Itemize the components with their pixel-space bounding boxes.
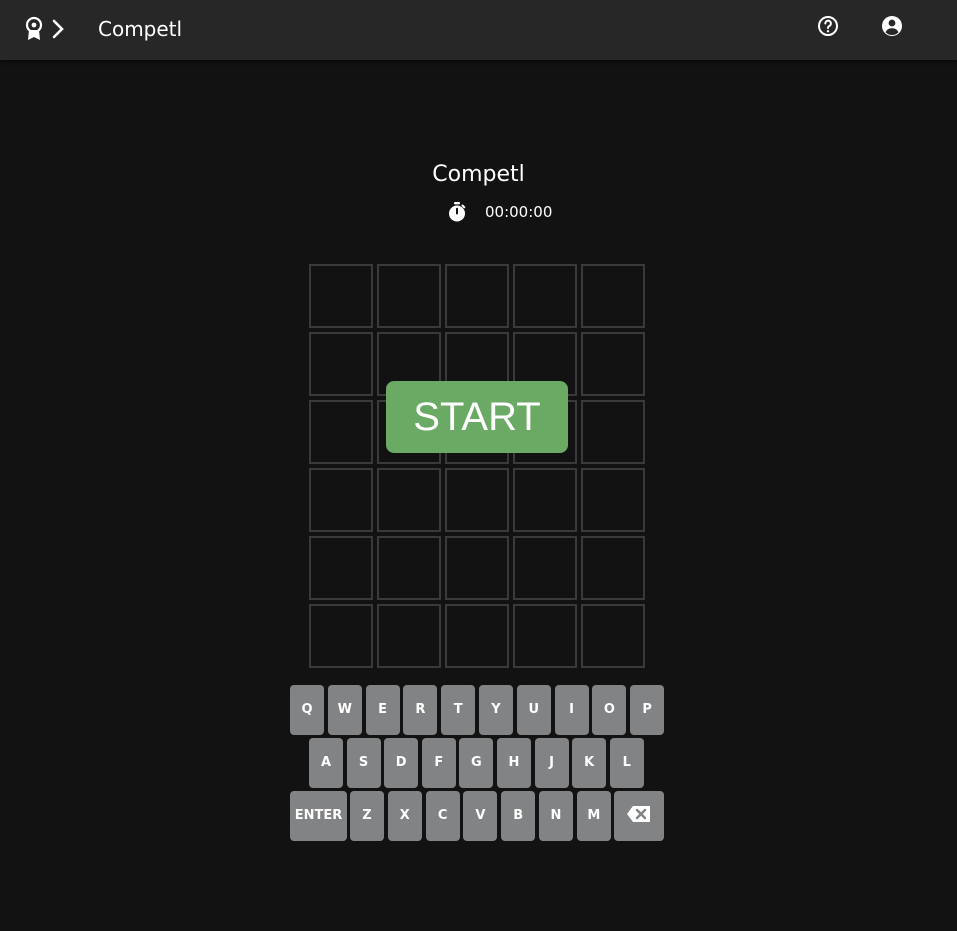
key-u[interactable]: U (516, 685, 551, 735)
key-r[interactable]: R (403, 685, 438, 735)
key-n[interactable]: N (539, 791, 573, 841)
key-l[interactable]: L (609, 738, 644, 788)
game-board (309, 264, 645, 668)
start-button[interactable]: START (386, 381, 568, 453)
backspace-icon (627, 806, 650, 822)
board-tile (581, 604, 645, 668)
board-tile (309, 536, 373, 600)
key-m[interactable]: M (576, 791, 611, 841)
board-tile (309, 468, 373, 532)
key-k[interactable]: K (572, 738, 607, 788)
key-q[interactable]: Q (290, 685, 324, 735)
board-tile (377, 264, 441, 328)
board-tile (581, 332, 645, 396)
key-a[interactable]: A (309, 738, 343, 788)
key-i[interactable]: I (554, 685, 589, 735)
game-title: Competl (432, 162, 525, 187)
board-tile (377, 604, 441, 668)
board-tile (309, 604, 373, 668)
key-z[interactable]: Z (350, 791, 384, 841)
board-tile (581, 468, 645, 532)
app-bar: Competl (0, 0, 957, 60)
key-t[interactable]: T (441, 685, 476, 735)
key-p[interactable]: P (630, 685, 665, 735)
key-enter[interactable]: ENTER (290, 791, 347, 841)
board-tile (309, 332, 373, 396)
board-tile (445, 604, 509, 668)
board-tile (581, 264, 645, 328)
key-v[interactable]: V (463, 791, 498, 841)
key-e[interactable]: E (365, 685, 400, 735)
key-c[interactable]: C (425, 791, 460, 841)
key-b[interactable]: B (501, 791, 536, 841)
award-icon[interactable] (22, 16, 46, 42)
key-f[interactable]: F (421, 738, 456, 788)
board-tile (513, 604, 577, 668)
board-tile (513, 536, 577, 600)
key-h[interactable]: H (497, 738, 531, 788)
key-w[interactable]: W (327, 685, 362, 735)
board-tile (513, 468, 577, 532)
board-tile (309, 400, 373, 464)
board-tile (445, 264, 509, 328)
key-j[interactable]: J (534, 738, 569, 788)
app-title: Competl (98, 17, 183, 41)
board-tile (377, 468, 441, 532)
account-circle-icon[interactable] (880, 14, 904, 38)
chevron-right-icon[interactable] (50, 18, 66, 40)
key-g[interactable]: G (459, 738, 494, 788)
key-y[interactable]: Y (479, 685, 513, 735)
help-circle-icon[interactable] (816, 14, 840, 38)
key-d[interactable]: D (384, 738, 419, 788)
board-tile (581, 536, 645, 600)
key-backspace[interactable] (614, 791, 664, 841)
key-o[interactable]: O (592, 685, 627, 735)
key-s[interactable]: S (346, 738, 381, 788)
key-x[interactable]: X (387, 791, 422, 841)
board-tile (581, 400, 645, 464)
board-tile (377, 536, 441, 600)
board-tile (445, 468, 509, 532)
stopwatch-icon (449, 202, 466, 222)
board-tile (309, 264, 373, 328)
board-tile (513, 264, 577, 328)
board-tile (445, 536, 509, 600)
timer-display: 00:00:00 (485, 203, 553, 221)
